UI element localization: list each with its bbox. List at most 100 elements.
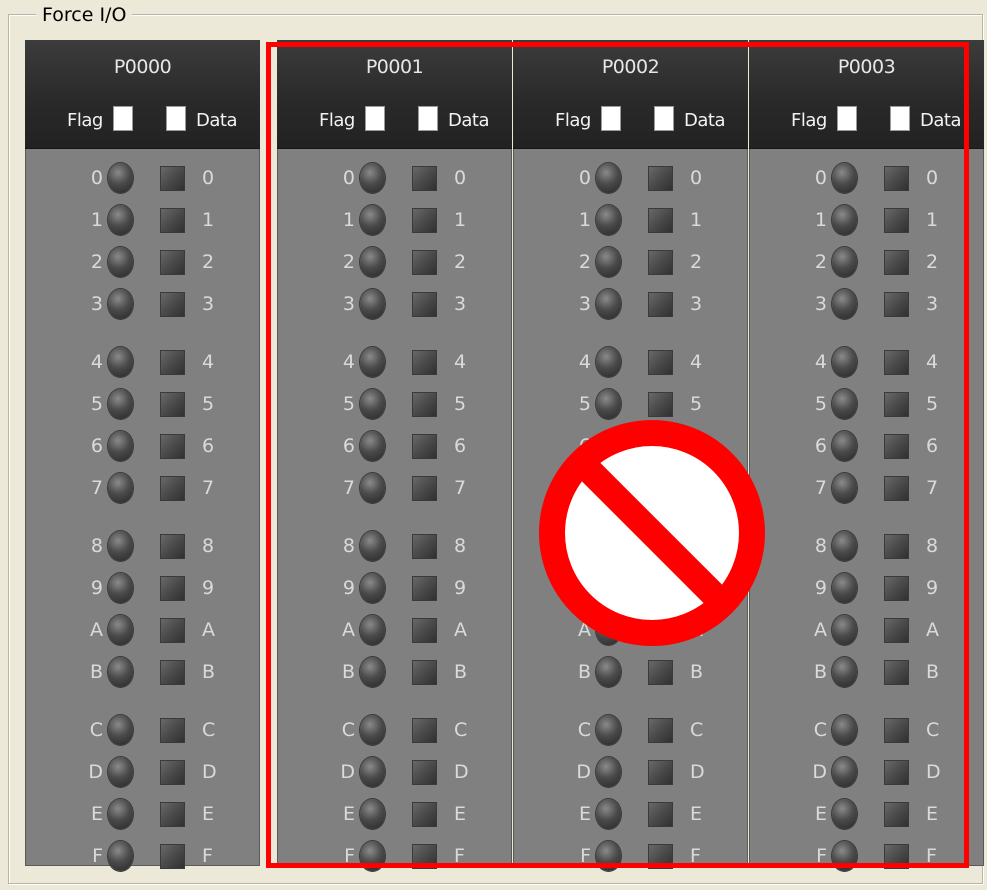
flag-led-icon[interactable] [108,757,133,787]
flag-led-icon[interactable] [108,473,133,503]
data-bit-button[interactable] [884,760,909,785]
data-bit-button[interactable] [412,844,437,869]
data-bit-button[interactable] [884,208,909,233]
data-bit-button[interactable] [648,208,673,233]
flag-led-icon[interactable] [108,531,133,561]
flag-led-icon[interactable] [832,347,857,377]
flag-checkbox[interactable] [113,106,133,131]
data-bit-button[interactable] [160,618,185,643]
data-bit-button[interactable] [884,718,909,743]
flag-led-icon[interactable] [108,573,133,603]
flag-checkbox[interactable] [365,106,385,131]
data-bit-button[interactable] [412,618,437,643]
data-bit-button[interactable] [412,166,437,191]
flag-led-icon[interactable] [832,531,857,561]
data-bit-button[interactable] [412,350,437,375]
flag-led-icon[interactable] [596,205,621,235]
data-checkbox[interactable] [418,106,438,131]
flag-led-icon[interactable] [596,715,621,745]
data-bit-button[interactable] [884,476,909,501]
flag-led-icon[interactable] [108,715,133,745]
flag-led-icon[interactable] [108,247,133,277]
flag-led-icon[interactable] [108,799,133,829]
data-bit-button[interactable] [160,250,185,275]
flag-led-icon[interactable] [832,431,857,461]
data-bit-button[interactable] [412,660,437,685]
data-bit-button[interactable] [412,476,437,501]
data-bit-button[interactable] [648,392,673,417]
flag-led-icon[interactable] [832,615,857,645]
flag-led-icon[interactable] [832,473,857,503]
flag-led-icon[interactable] [360,205,385,235]
data-bit-button[interactable] [648,166,673,191]
data-bit-button[interactable] [412,250,437,275]
data-bit-button[interactable] [160,208,185,233]
data-checkbox[interactable] [890,106,910,131]
flag-led-icon[interactable] [360,715,385,745]
flag-led-icon[interactable] [360,247,385,277]
flag-led-icon[interactable] [360,799,385,829]
data-bit-button[interactable] [884,660,909,685]
data-bit-button[interactable] [160,476,185,501]
flag-led-icon[interactable] [596,247,621,277]
flag-led-icon[interactable] [108,431,133,461]
data-bit-button[interactable] [412,434,437,459]
flag-led-icon[interactable] [108,347,133,377]
flag-led-icon[interactable] [832,289,857,319]
flag-led-icon[interactable] [596,841,621,871]
flag-led-icon[interactable] [596,757,621,787]
flag-led-icon[interactable] [596,799,621,829]
data-bit-button[interactable] [884,166,909,191]
flag-led-icon[interactable] [832,205,857,235]
flag-led-icon[interactable] [360,657,385,687]
flag-led-icon[interactable] [596,389,621,419]
data-bit-button[interactable] [648,250,673,275]
flag-led-icon[interactable] [832,715,857,745]
flag-led-icon[interactable] [596,657,621,687]
flag-led-icon[interactable] [832,841,857,871]
flag-led-icon[interactable] [108,205,133,235]
data-bit-button[interactable] [884,802,909,827]
data-bit-button[interactable] [412,392,437,417]
flag-led-icon[interactable] [108,841,133,871]
data-bit-button[interactable] [160,802,185,827]
flag-led-icon[interactable] [360,431,385,461]
data-bit-button[interactable] [884,618,909,643]
data-checkbox[interactable] [654,106,674,131]
flag-led-icon[interactable] [596,347,621,377]
flag-led-icon[interactable] [832,163,857,193]
flag-led-icon[interactable] [360,473,385,503]
data-bit-button[interactable] [412,292,437,317]
data-bit-button[interactable] [412,208,437,233]
data-bit-button[interactable] [648,760,673,785]
data-bit-button[interactable] [160,350,185,375]
flag-led-icon[interactable] [832,389,857,419]
data-bit-button[interactable] [884,350,909,375]
flag-checkbox[interactable] [837,106,857,131]
data-bit-button[interactable] [648,660,673,685]
data-bit-button[interactable] [160,844,185,869]
data-bit-button[interactable] [884,250,909,275]
flag-led-icon[interactable] [832,657,857,687]
flag-led-icon[interactable] [360,757,385,787]
data-bit-button[interactable] [412,718,437,743]
data-bit-button[interactable] [648,802,673,827]
data-bit-button[interactable] [160,434,185,459]
data-bit-button[interactable] [884,576,909,601]
data-bit-button[interactable] [160,660,185,685]
flag-led-icon[interactable] [360,841,385,871]
flag-led-icon[interactable] [832,573,857,603]
data-bit-button[interactable] [884,844,909,869]
data-bit-button[interactable] [884,292,909,317]
flag-led-icon[interactable] [360,289,385,319]
flag-led-icon[interactable] [108,289,133,319]
flag-led-icon[interactable] [832,247,857,277]
flag-led-icon[interactable] [832,757,857,787]
flag-led-icon[interactable] [360,573,385,603]
flag-led-icon[interactable] [108,389,133,419]
data-bit-button[interactable] [884,392,909,417]
flag-led-icon[interactable] [108,657,133,687]
flag-led-icon[interactable] [832,799,857,829]
data-bit-button[interactable] [648,292,673,317]
flag-checkbox[interactable] [601,106,621,131]
